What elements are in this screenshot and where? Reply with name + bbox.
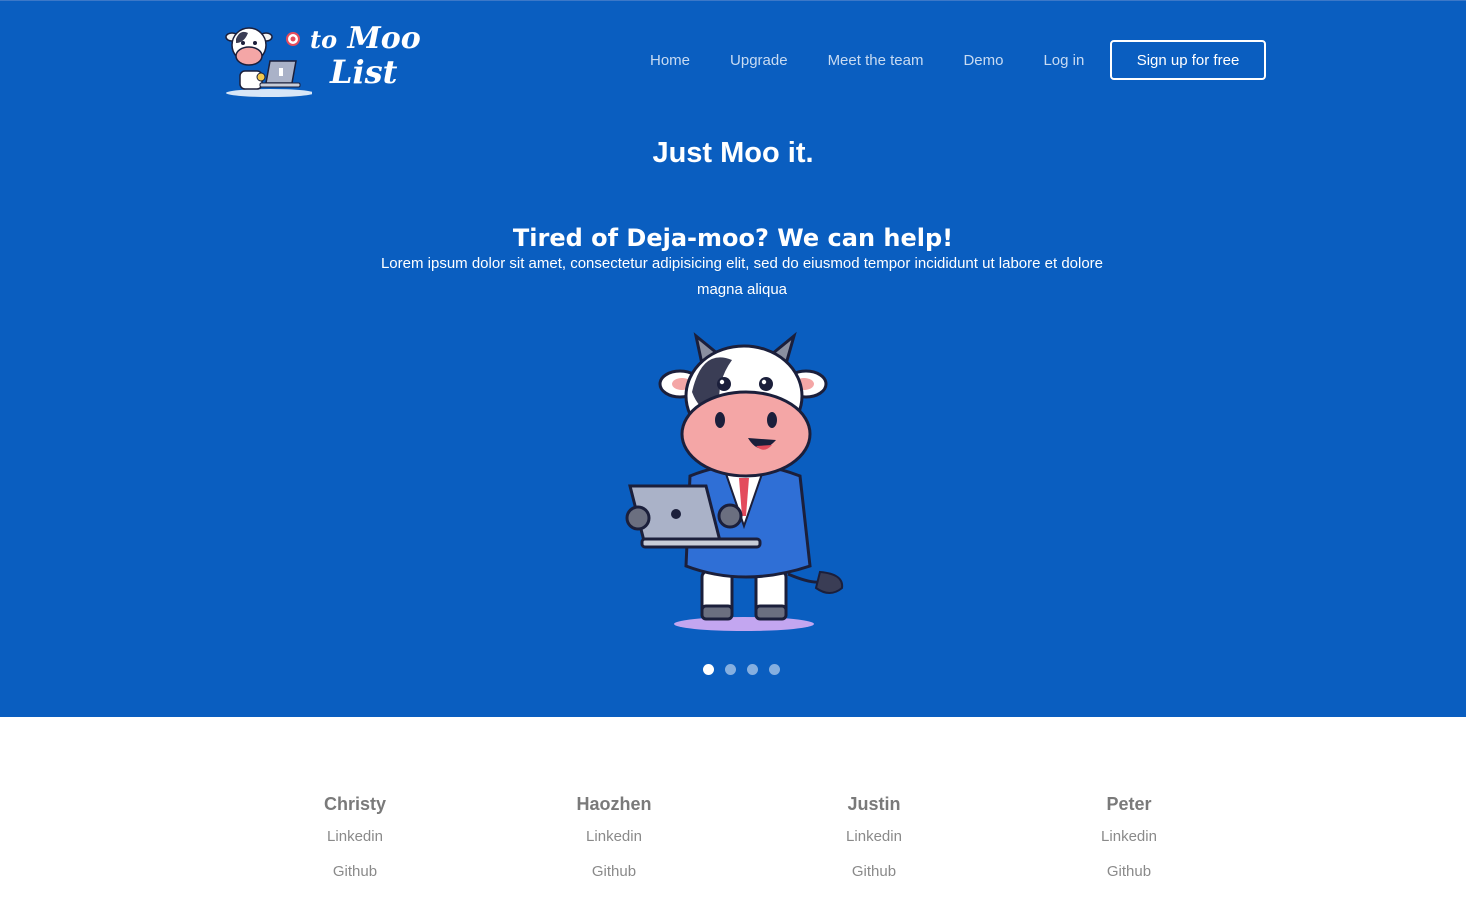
nav-meet-the-team[interactable]: Meet the team	[828, 52, 924, 69]
main-nav: Home Upgrade Meet the team Demo Log in	[630, 40, 1104, 80]
carousel-dot-3[interactable]	[747, 664, 758, 675]
nav-login[interactable]: Log in	[1043, 52, 1084, 69]
hero-subheadline: Tired of Deja-moo? We can help!	[512, 224, 954, 252]
github-link[interactable]: Github	[534, 863, 694, 880]
linkedin-link[interactable]: Linkedin	[1049, 828, 1209, 845]
logo-word-moo: Moo	[347, 21, 421, 56]
team-member-peter: Peter Linkedin Github	[1049, 794, 1209, 880]
hero-headline: Just Moo it.	[652, 137, 814, 169]
team-member-justin: Justin Linkedin Github	[794, 794, 954, 880]
linkedin-link[interactable]: Linkedin	[275, 828, 435, 845]
carousel-dot-1[interactable]	[703, 664, 714, 675]
github-link[interactable]: Github	[275, 863, 435, 880]
nav-upgrade[interactable]: Upgrade	[730, 52, 788, 69]
cow-mascot-illustration	[625, 331, 844, 631]
team-member-christy: Christy Linkedin Github	[275, 794, 435, 880]
logo-word-list: List	[330, 53, 398, 91]
linkedin-link[interactable]: Linkedin	[534, 828, 694, 845]
logo-word-to: to	[310, 25, 338, 54]
github-link[interactable]: Github	[1049, 863, 1209, 880]
hero-section: to Moo List Home Upgrade Meet the team D…	[0, 0, 1466, 717]
team-member-name: Christy	[323, 794, 386, 814]
nav-demo[interactable]: Demo	[963, 52, 1003, 69]
team-member-name: Justin	[847, 794, 901, 814]
team-member-name: Haozhen	[576, 794, 652, 814]
carousel-dot-4[interactable]	[769, 664, 780, 675]
logo-wordmark: to Moo List	[310, 21, 421, 91]
team-member-name: Peter	[1106, 794, 1152, 814]
cow-logo-icon	[225, 27, 314, 97]
carousel-dot-2[interactable]	[725, 664, 736, 675]
carousel-indicators	[703, 664, 791, 675]
signup-button[interactable]: Sign up for free	[1110, 40, 1266, 80]
team-section: Christy Linkedin Github Haozhen Linkedin…	[0, 717, 1466, 911]
nav-home[interactable]: Home	[650, 52, 690, 69]
linkedin-link[interactable]: Linkedin	[794, 828, 954, 845]
github-link[interactable]: Github	[794, 863, 954, 880]
logo[interactable]: to Moo List	[222, 21, 421, 101]
hero-description: Lorem ipsum dolor sit amet, consectetur …	[380, 255, 1104, 298]
team-member-haozhen: Haozhen Linkedin Github	[534, 794, 694, 880]
